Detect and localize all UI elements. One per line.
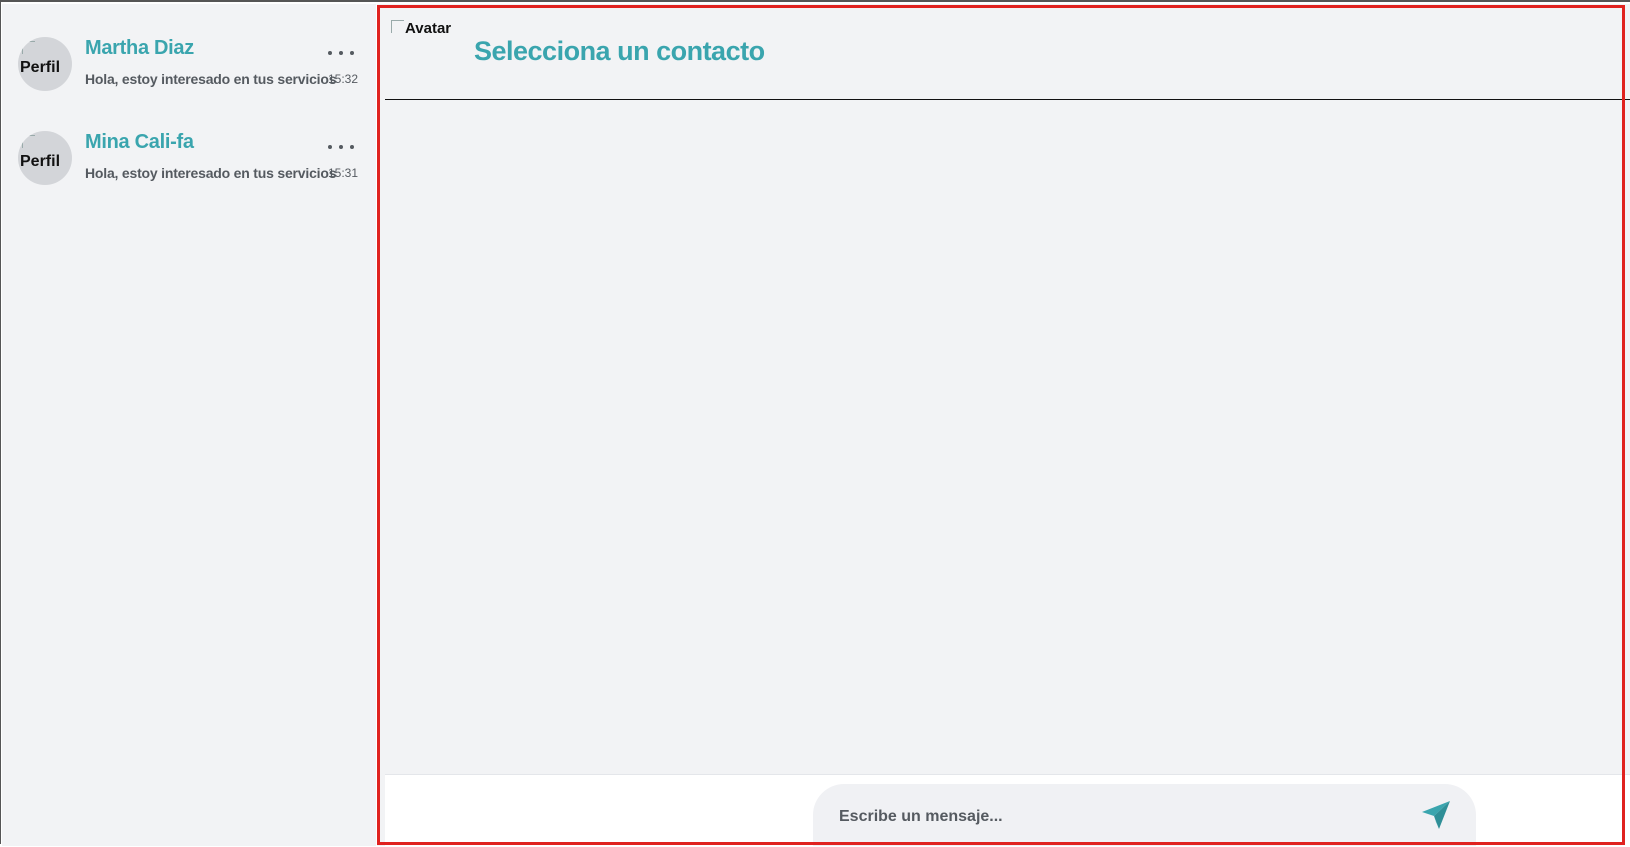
contact-item-martha-diaz[interactable]: Perfil Martha Diaz Hola, estoy interesad… <box>2 37 376 117</box>
contact-avatar: Perfil <box>18 37 72 91</box>
contact-item-mina-cali-fa[interactable]: Perfil Mina Cali-fa Hola, estoy interesa… <box>2 131 376 211</box>
message-input[interactable] <box>839 802 1359 832</box>
more-options-icon[interactable] <box>328 137 354 157</box>
contact-name: Martha Diaz <box>85 37 194 59</box>
broken-image-icon <box>22 135 35 148</box>
broken-image-icon <box>22 41 35 54</box>
chat-title: Selecciona un contacto <box>474 36 765 66</box>
contact-list: Perfil Martha Diaz Hola, estoy interesad… <box>2 4 376 846</box>
message-area <box>385 100 1630 774</box>
avatar-alt-text: Perfil <box>20 59 61 76</box>
contact-name: Mina Cali-fa <box>85 131 194 153</box>
chat-app: Perfil Martha Diaz Hola, estoy interesad… <box>0 0 1630 847</box>
header-avatar-alt-text: Avatar <box>405 20 452 37</box>
chat-header-avatar: Avatar <box>391 20 451 37</box>
contact-last-message: Hola, estoy interesado en tus servicios <box>85 71 337 87</box>
contact-timestamp: 15:32 <box>328 72 359 86</box>
contact-last-message: Hola, estoy interesado en tus servicios <box>85 165 337 181</box>
contact-timestamp: 15:31 <box>328 166 359 180</box>
broken-image-icon <box>391 20 404 33</box>
send-button[interactable] <box>1419 798 1453 832</box>
send-icon <box>1422 801 1450 829</box>
more-options-icon[interactable] <box>328 43 354 63</box>
contact-avatar: Perfil <box>18 131 72 185</box>
avatar-alt-text: Perfil <box>20 153 61 170</box>
